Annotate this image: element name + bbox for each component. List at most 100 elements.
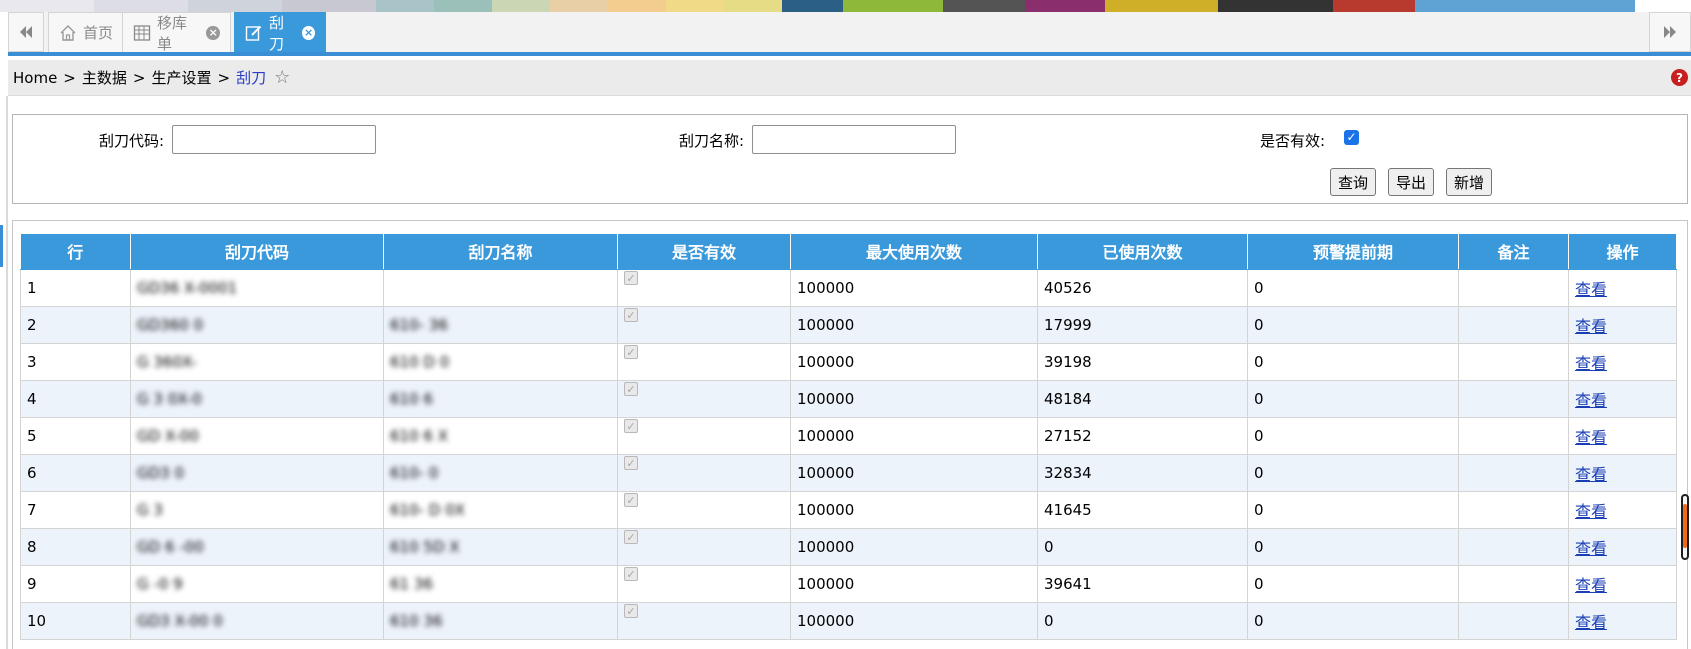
tab-home[interactable]: 首页: [48, 12, 125, 52]
view-link[interactable]: 查看: [1575, 465, 1607, 484]
close-icon[interactable]: ×: [206, 25, 220, 40]
column-header-used-count[interactable]: 已使用次数: [1037, 234, 1248, 270]
valid-checkbox: ✓: [624, 307, 638, 322]
cell-code: GD36 X-0001: [130, 269, 384, 307]
strip-segment: [434, 0, 492, 12]
edit-icon: [245, 24, 263, 42]
cell-valid: ✓: [617, 417, 791, 455]
left-edge-marker: [0, 225, 3, 267]
cell-warning-lead: 0: [1247, 491, 1459, 529]
cell-used-count: 48184: [1037, 380, 1248, 418]
cell-name: 610- D 0X: [383, 491, 618, 529]
valid-checkbox: ✓: [624, 529, 638, 544]
table-row[interactable]: 8 GD 6 -00 610 5D X ✓ 100000 0 0 查看: [20, 528, 1677, 566]
table-row[interactable]: 4 G 3 0X-0 610 6 ✓ 100000 48184 0 查看: [20, 380, 1677, 418]
cell-used-count: 0: [1037, 528, 1248, 566]
column-header-name[interactable]: 刮刀名称: [383, 234, 618, 270]
star-icon[interactable]: ☆: [274, 67, 290, 88]
table-row[interactable]: 6 GD3 0 610- 0 ✓ 100000 32834 0 查看: [20, 454, 1677, 492]
tab-scraper[interactable]: 刮刀 ×: [234, 12, 326, 53]
cell-name: 610 5D X: [383, 528, 618, 566]
cell-max-uses: 100000: [790, 343, 1038, 381]
strip-segment: [1333, 0, 1415, 12]
table-row[interactable]: 2 GD360 0 610- 36 ✓ 100000 17999 0 查看: [20, 306, 1677, 344]
view-link[interactable]: 查看: [1575, 354, 1607, 373]
view-link[interactable]: 查看: [1575, 391, 1607, 410]
cell-max-uses: 100000: [790, 306, 1038, 344]
cell-code: G 360X-: [130, 343, 384, 381]
cell-remark: [1458, 306, 1569, 344]
strip-segment: [492, 0, 550, 12]
breadcrumb-item-master-data[interactable]: 主数据: [82, 67, 127, 88]
help-icon[interactable]: ?: [1671, 69, 1688, 86]
column-header-warning-lead[interactable]: 预警提前期: [1247, 234, 1459, 270]
breadcrumb: Home > 主数据 > 生产设置 > 刮刀 ☆ ?: [8, 60, 1691, 96]
export-button[interactable]: 导出: [1388, 168, 1435, 196]
scroll-tabs-left-button[interactable]: [8, 12, 44, 52]
view-link[interactable]: 查看: [1575, 576, 1607, 595]
strip-segment: [550, 0, 608, 12]
scrollbar-thumb[interactable]: [1683, 504, 1687, 548]
cell-action: 查看: [1568, 343, 1677, 381]
strip-segment: [943, 0, 1025, 12]
column-header-row[interactable]: 行: [20, 234, 131, 270]
cell-used-count: 39641: [1037, 565, 1248, 603]
add-button[interactable]: 新增: [1446, 168, 1493, 196]
view-link[interactable]: 查看: [1575, 613, 1607, 632]
table-row[interactable]: 9 G -0 9 61 36 ✓ 100000 39641 0 查看: [20, 565, 1677, 603]
is-valid-checkbox[interactable]: ✓: [1344, 130, 1359, 145]
cell-name: 610- 0: [383, 454, 618, 492]
scroll-tabs-right-button[interactable]: [1649, 12, 1691, 52]
cell-code-text: G -0 9: [137, 574, 183, 593]
cell-name: 610 36: [383, 602, 618, 640]
column-header-code[interactable]: 刮刀代码: [130, 234, 384, 270]
vertical-scrollbar[interactable]: [1681, 494, 1689, 560]
is-valid-label: 是否有效:: [1260, 132, 1326, 150]
column-header-valid[interactable]: 是否有效: [617, 234, 791, 270]
scraper-code-input[interactable]: [172, 125, 376, 154]
cell-code: GD3 0: [130, 454, 384, 492]
cell-warning-lead: 0: [1247, 269, 1459, 307]
breadcrumb-item-production-settings[interactable]: 生产设置: [151, 67, 211, 88]
table-row[interactable]: 1 GD36 X-0001 ✓ 100000 40526 0 查看: [20, 269, 1677, 307]
cell-row: 2: [20, 306, 131, 344]
cell-code-text: GD3 X-00 0: [137, 611, 223, 630]
table-row[interactable]: 3 G 360X- 610 D 0 ✓ 100000 39198 0 查看: [20, 343, 1677, 381]
cell-valid: ✓: [617, 491, 791, 529]
table-row[interactable]: 5 GD X-00 610 6 X ✓ 100000 27152 0 查看: [20, 417, 1677, 455]
cell-action: 查看: [1568, 306, 1677, 344]
cell-max-uses: 100000: [790, 417, 1038, 455]
cell-name-text: 610 6: [390, 389, 433, 408]
scraper-name-input[interactable]: [752, 125, 956, 154]
cell-max-uses: 100000: [790, 602, 1038, 640]
strip-segment: [1025, 0, 1105, 12]
close-icon[interactable]: ×: [302, 25, 315, 40]
tab-transfer-order[interactable]: 移库单 ×: [122, 12, 231, 53]
tab-bar: 首页 移库单 × 刮刀 ×: [8, 12, 1691, 56]
column-header-max-uses[interactable]: 最大使用次数: [790, 234, 1038, 270]
column-header-remark[interactable]: 备注: [1458, 234, 1569, 270]
cell-code: GD360 0: [130, 306, 384, 344]
table-row[interactable]: 10 GD3 X-00 0 610 36 ✓ 100000 0 0 查看: [20, 602, 1677, 640]
view-link[interactable]: 查看: [1575, 428, 1607, 447]
breadcrumb-item-home[interactable]: Home: [13, 69, 57, 87]
cell-row: 9: [20, 565, 131, 603]
view-link[interactable]: 查看: [1575, 539, 1607, 558]
valid-checkbox: ✓: [624, 344, 638, 359]
tab-label: 刮刀: [269, 13, 285, 53]
cell-remark: [1458, 528, 1569, 566]
strip-segment: [188, 0, 282, 12]
cell-row: 5: [20, 417, 131, 455]
search-panel: 刮刀代码: 刮刀名称: 是否有效: ✓ 查询 导出 新增: [12, 114, 1688, 204]
cell-valid: ✓: [617, 602, 791, 640]
query-button[interactable]: 查询: [1330, 168, 1377, 196]
view-link[interactable]: 查看: [1575, 502, 1607, 521]
view-link[interactable]: 查看: [1575, 317, 1607, 336]
cell-name-text: 610- 36: [390, 315, 448, 334]
cell-used-count: 0: [1037, 602, 1248, 640]
cell-row: 7: [20, 491, 131, 529]
cell-code-text: GD36 X-0001: [137, 278, 238, 297]
table-row[interactable]: 7 G 3 610- D 0X ✓ 100000 41645 0 查看: [20, 491, 1677, 529]
cell-name: 610 6 X: [383, 417, 618, 455]
view-link[interactable]: 查看: [1575, 280, 1607, 299]
